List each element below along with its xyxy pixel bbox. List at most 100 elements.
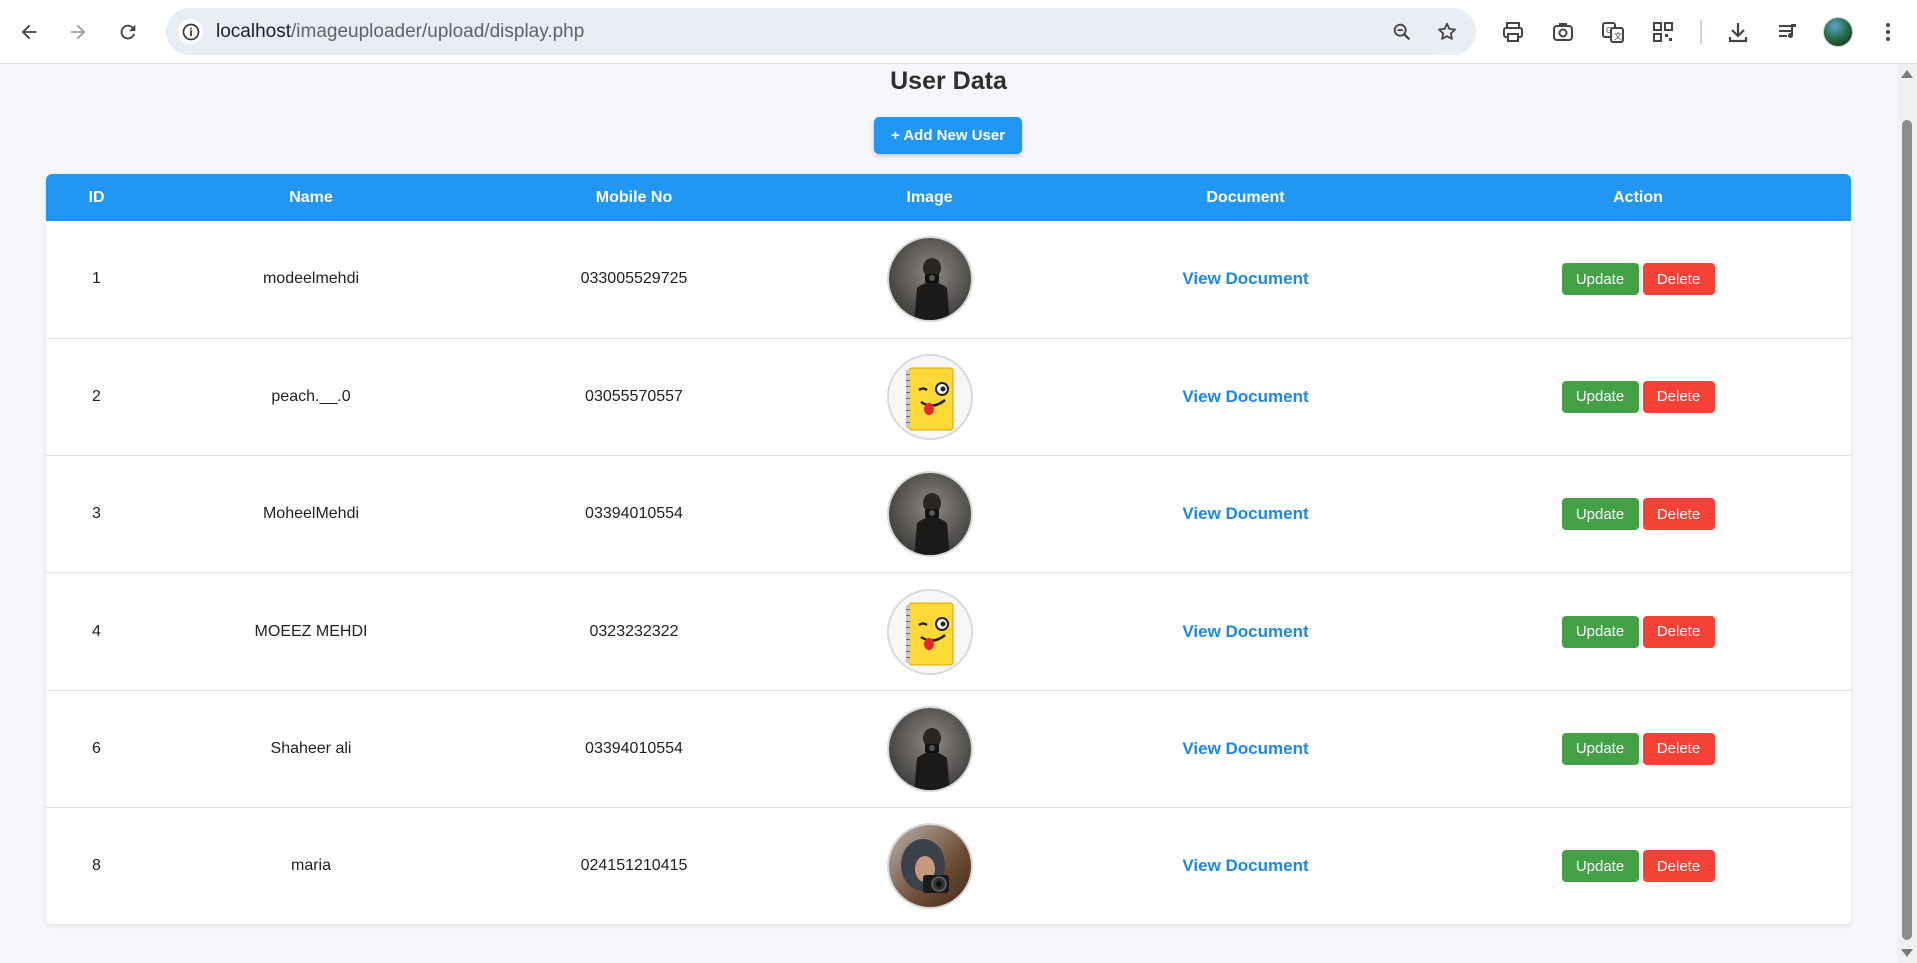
- cell-mobile: 033005529725: [580, 270, 688, 288]
- delete-button[interactable]: Delete: [1642, 380, 1715, 413]
- cell-image: [793, 807, 1066, 924]
- header-mobile: Mobile No: [595, 188, 673, 206]
- cell-mobile: 03394010554: [585, 505, 683, 523]
- delete-button[interactable]: Delete: [1642, 263, 1715, 296]
- header-document: Document: [1206, 188, 1285, 206]
- cell-action: Update Delete: [1425, 338, 1851, 455]
- user-avatar-image: [886, 823, 973, 910]
- qr-code-icon[interactable]: [1648, 17, 1678, 47]
- cell-image: [793, 573, 1066, 690]
- user-avatar-image: [886, 353, 973, 440]
- svg-text:G: G: [1606, 26, 1612, 35]
- cell-mobile: 03394010554: [585, 739, 683, 757]
- view-document-link[interactable]: View Document: [1182, 739, 1308, 758]
- zoom-icon[interactable]: [1389, 19, 1415, 45]
- cell-name: MOEEZ MEHDI: [254, 622, 368, 640]
- bookmark-star-icon[interactable]: [1434, 19, 1460, 45]
- cell-document: View Document: [1066, 573, 1425, 690]
- table-row: 2 peach.__.0 03055570557 View Document Updat…: [46, 338, 1851, 456]
- header-id: ID: [88, 188, 105, 206]
- cell-document: View Document: [1066, 807, 1425, 924]
- cell-image: [793, 690, 1066, 807]
- cell-document: View Document: [1066, 338, 1425, 455]
- profile-avatar[interactable]: [1823, 17, 1853, 47]
- table-header-row: ID Name Mobile No Image Document Action: [46, 174, 1851, 221]
- update-button[interactable]: Update: [1561, 615, 1639, 648]
- print-icon[interactable]: [1498, 17, 1528, 47]
- screenshot-icon[interactable]: [1548, 17, 1578, 47]
- table-row: 3 MoheelMehdi 03394010554 View Document Upda…: [46, 456, 1851, 573]
- cell-id: 4: [92, 622, 101, 640]
- cell-id: 8: [92, 857, 101, 875]
- reload-icon[interactable]: [108, 12, 148, 52]
- update-button[interactable]: Update: [1561, 732, 1639, 765]
- cell-document: View Document: [1066, 690, 1425, 807]
- update-button[interactable]: Update: [1561, 380, 1639, 413]
- user-avatar-image: [886, 236, 973, 323]
- header-image: Image: [906, 188, 953, 206]
- add-new-user-button[interactable]: + Add New User: [874, 117, 1022, 154]
- view-document-link[interactable]: View Document: [1182, 622, 1308, 641]
- page-scrollbar[interactable]: [1897, 64, 1917, 963]
- url-host: localhost: [216, 21, 291, 42]
- page-viewport: User Data + Add New User ID Name Mobile …: [0, 64, 1897, 963]
- cell-document: View Document: [1066, 221, 1425, 338]
- view-document-link[interactable]: View Document: [1182, 856, 1308, 875]
- cell-action: Update Delete: [1425, 221, 1851, 338]
- page-title: User Data: [890, 67, 1007, 95]
- cell-action: Update Delete: [1425, 690, 1851, 807]
- cell-action: Update Delete: [1425, 456, 1851, 573]
- url-path: /imageuploader/upload/display.php: [291, 21, 585, 42]
- scroll-thumb[interactable]: [1902, 120, 1912, 940]
- scroll-down-arrow-icon[interactable]: [1901, 949, 1913, 957]
- table-row: 4 MOEEZ MEHDI 0323232322 View Document Updat…: [46, 573, 1851, 691]
- delete-button[interactable]: Delete: [1642, 498, 1715, 531]
- download-icon[interactable]: [1723, 17, 1753, 47]
- cell-id: 2: [92, 387, 101, 405]
- view-document-link[interactable]: View Document: [1182, 269, 1308, 288]
- toolbar-divider: [1700, 20, 1702, 44]
- table-row: 6 Shaheer ali 03394010554 View Document Upda…: [46, 690, 1851, 808]
- forward-icon[interactable]: [58, 12, 98, 52]
- user-avatar-image: [886, 705, 973, 792]
- back-icon[interactable]: [9, 12, 49, 52]
- cell-name: peach.__.0: [271, 387, 351, 405]
- url-text[interactable]: localhost/imageuploader/upload/display.p…: [216, 21, 584, 43]
- update-button[interactable]: Update: [1561, 498, 1639, 531]
- table-row: 1 modeelmehdi 033005529725 View Document Upd…: [46, 221, 1851, 339]
- cell-id: 3: [92, 505, 101, 523]
- cell-mobile: 024151210415: [580, 857, 688, 875]
- cell-image: [793, 456, 1066, 573]
- more-menu-icon[interactable]: [1873, 17, 1903, 47]
- cell-name: modeelmehdi: [262, 270, 360, 288]
- cell-name: Shaheer ali: [270, 739, 352, 757]
- cell-mobile: 0323232322: [589, 622, 679, 640]
- header-action: Action: [1613, 188, 1663, 206]
- table-row: 8 maria 024151210415 View Document Update Del…: [46, 807, 1851, 924]
- cell-name: maria: [290, 857, 331, 875]
- delete-button[interactable]: Delete: [1642, 850, 1715, 883]
- media-queue-icon[interactable]: [1773, 17, 1803, 47]
- update-button[interactable]: Update: [1561, 263, 1639, 296]
- site-info-icon[interactable]: [178, 19, 203, 44]
- scroll-up-arrow-icon[interactable]: [1901, 70, 1913, 78]
- cell-action: Update Delete: [1425, 573, 1851, 690]
- translate-icon[interactable]: G文: [1598, 17, 1628, 47]
- user-table-card: ID Name Mobile No Image Document Action …: [46, 174, 1851, 924]
- cell-image: [793, 221, 1066, 338]
- cell-document: View Document: [1066, 456, 1425, 573]
- browser-toolbar: localhost/imageuploader/upload/display.p…: [0, 0, 1917, 64]
- address-bar[interactable]: localhost/imageuploader/upload/display.p…: [166, 8, 1476, 55]
- user-avatar-image: [886, 588, 973, 675]
- header-name: Name: [289, 188, 333, 206]
- user-avatar-image: [886, 471, 973, 558]
- user-table: ID Name Mobile No Image Document Action …: [46, 174, 1851, 924]
- view-document-link[interactable]: View Document: [1182, 387, 1308, 406]
- cell-mobile: 03055570557: [585, 387, 683, 405]
- delete-button[interactable]: Delete: [1642, 732, 1715, 765]
- view-document-link[interactable]: View Document: [1182, 504, 1308, 523]
- delete-button[interactable]: Delete: [1642, 615, 1715, 648]
- cell-id: 1: [92, 270, 101, 288]
- cell-name: MoheelMehdi: [262, 505, 360, 523]
- update-button[interactable]: Update: [1561, 850, 1639, 883]
